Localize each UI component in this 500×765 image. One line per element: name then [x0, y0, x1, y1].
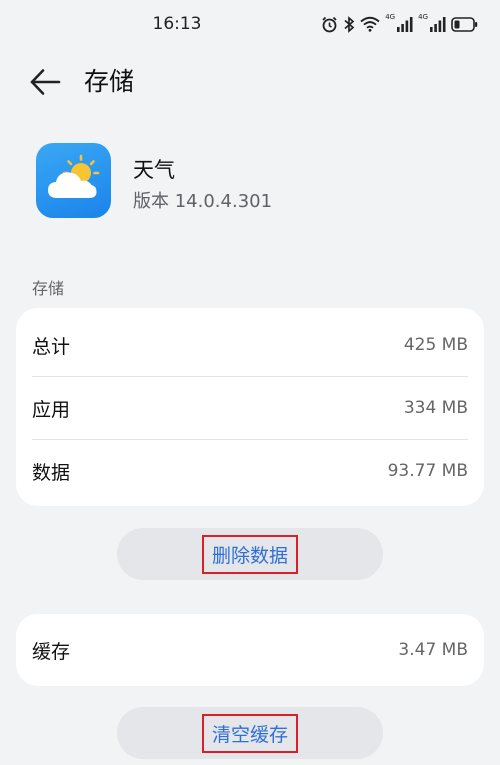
clear-cache-button[interactable]: 清空缓存 — [117, 707, 383, 759]
app-version: 版本 14.0.4.301 — [133, 191, 273, 212]
storage-row-total: 总计 425 MB — [32, 314, 468, 376]
row-value: 3.47 MB — [398, 640, 468, 660]
weather-app-icon — [36, 143, 111, 218]
cache-row: 缓存 3.47 MB — [32, 619, 468, 681]
signal-icon — [397, 16, 413, 32]
signal-icon — [430, 16, 446, 32]
row-label: 缓存 — [32, 640, 71, 663]
app-header: 天气 版本 14.0.4.301 — [36, 143, 466, 219]
network-type-label: 4G — [385, 13, 396, 21]
battery-icon — [451, 16, 478, 32]
storage-section-label: 存储 — [32, 279, 65, 298]
page-title: 存储 — [84, 67, 135, 96]
app-bar: 存储 — [0, 52, 500, 112]
back-button[interactable] — [28, 64, 66, 100]
clear-cache-label: 清空缓存 — [201, 713, 298, 753]
status-bar: 16:13 4G 4G — [0, 0, 500, 52]
row-value: 93.77 MB — [387, 461, 468, 481]
delete-data-label: 删除数据 — [201, 534, 298, 574]
delete-data-button[interactable]: 删除数据 — [117, 528, 383, 580]
storage-row-app: 应用 334 MB — [32, 377, 468, 439]
row-value: 425 MB — [403, 335, 468, 355]
alarm-icon — [321, 16, 338, 33]
row-label: 数据 — [32, 461, 71, 484]
wifi-icon — [360, 16, 380, 32]
storage-card: 总计 425 MB 应用 334 MB 数据 93.77 MB — [16, 308, 484, 506]
status-time: 16:13 — [152, 14, 202, 34]
row-value: 334 MB — [403, 398, 468, 418]
app-name: 天气 — [133, 158, 175, 182]
network-type-label: 4G — [418, 13, 428, 21]
cache-card: 缓存 3.47 MB — [16, 614, 484, 686]
arrow-left-icon — [28, 69, 66, 104]
bluetooth-icon — [343, 15, 355, 33]
row-label: 应用 — [32, 398, 71, 421]
row-label: 总计 — [32, 335, 71, 358]
status-icons: 4G 4G — [321, 13, 478, 35]
storage-row-data: 数据 93.77 MB — [32, 440, 468, 502]
